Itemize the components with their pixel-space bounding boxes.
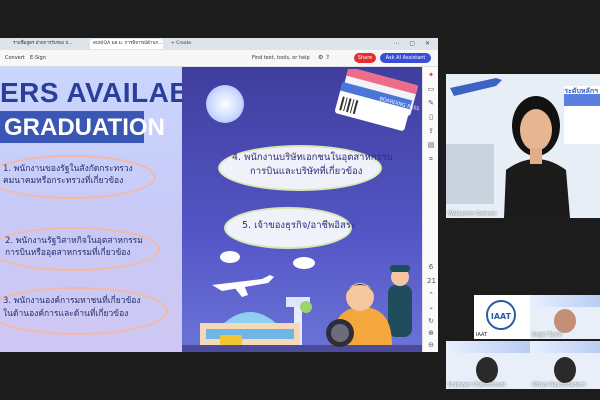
browser-tab-active[interactable]: สปฟ(QA มส.ม. การพิจารณ์ด้านก... [90,39,163,49]
participant-avatar [554,309,576,333]
edit-icon[interactable]: ✎ [427,99,435,107]
search-input[interactable]: Find text, tools, or help [252,50,310,66]
participant-name: Angie Taylor [532,332,563,338]
print-icon[interactable]: ▤ [427,141,435,149]
share-button[interactable]: Share [354,53,376,63]
item-4-line1: 4. พนักงานบริษัทเอกชนในอุตสาหกรรม [232,152,393,163]
shared-screen: รายชื่อสูตร ฝ่ายการรับรอง ป... สปฟ(QA มส… [0,38,438,352]
tab-fragment[interactable] [2,39,10,49]
esign-button[interactable]: E-Sign [30,50,46,66]
airport-illustration [182,251,422,352]
ai-assistant-button[interactable]: Ask AI Assistant [380,53,431,63]
pdf-toolbar: Convert E-Sign Find text, tools, or help… [0,50,438,67]
apps-icon[interactable]: ⚙ ⇧ [318,50,330,66]
zoom-in-icon[interactable]: ⊕ [427,329,435,337]
sun-illustration [206,85,244,123]
item-1-line2: คมนาคมหรือกระทรวงที่เกี่ยวข้อง [3,176,124,186]
participant-name: Kittiya Nasonthadech [532,382,586,388]
slide-subheadline: GRADUATION [4,114,165,141]
browser-tab[interactable]: รายชื่อสูตร ฝ่ายการรับรอง ป... [10,39,83,49]
ai-sparkle-icon[interactable]: ✦ [427,71,435,79]
item-3-line2: ในด้านองค์การและด้านที่เกี่ยวข้อง [3,309,129,319]
item-3-line1: 3. พนักงานองค์การมหาชนที่เกี่ยวข้อง [3,296,141,306]
presentation-slide: ERS AVAILABLE GRADUATION 1. พนักงานของรั… [0,67,422,352]
participant-name: Onjirayer Chanchonyot [448,382,506,388]
window-controls[interactable]: ⋯ ▢ ✕ [393,38,434,50]
video-banner [530,295,600,307]
slide-right-panel: BOARDING PASS 4. พนักงานบริษัทเอกชนในอุต… [182,67,422,352]
participant-tile[interactable]: IAAT IAAT [474,295,530,339]
item-2-line1: 2. พนักงานรัฐวิสาหกิจในอุตสาหกรรม [5,236,143,246]
new-tab-button[interactable]: + Create [168,39,195,49]
bookmark-icon[interactable]: ▯ [427,113,435,121]
page-number[interactable]: 6 [427,263,435,271]
participant-avatar [476,357,498,383]
item-4-line2: การบินและบริษัทที่เกี่ยวข้อง [250,166,363,177]
participant-name: IAAT [476,332,488,338]
speaker-name: Watsamon Samnan [448,211,497,217]
item-1-line1: 1. พนักงานของรัฐในสังกัดกระทรวง [3,164,133,174]
browser-tab-bar: รายชื่อสูตร ฝ่ายการรับรอง ป... สปฟ(QA มส… [0,38,438,50]
participant-avatar [554,357,576,383]
refresh-icon[interactable]: ↻ [427,317,435,325]
speaker-banner-overlay: ระดับหลักฯ [530,74,600,114]
crop-icon[interactable]: ⌗ [427,155,435,163]
page-down-icon[interactable]: ⌄ [427,303,435,311]
convert-button[interactable]: Convert [5,50,25,66]
page-count: 21 [427,277,436,285]
item-2-line2: การบินหรืออุตสาหกรรมที่เกี่ยวข้อง [5,248,131,258]
boarding-pass-illustration: BOARDING PASS [335,69,420,131]
participant-tile[interactable]: Angie Taylor [530,295,600,339]
page-up-icon[interactable]: ⌃ [427,291,435,299]
comment-icon[interactable]: ▭ [427,85,435,93]
participant-tile[interactable]: Kittiya Nasonthadech [530,341,600,389]
banner-text: ระดับหลักฯ [564,87,598,95]
video-banner [446,341,530,353]
share-icon[interactable]: ⇪ [427,127,435,135]
item-5-line1: 5. เจ้าของธุรกิจ/อาชีพอิสระ [242,220,356,231]
slide-left-panel: ERS AVAILABLE GRADUATION 1. พนักงานของรั… [0,67,226,352]
participant-tile[interactable]: Onjirayer Chanchonyot [446,341,530,389]
pdf-right-sidebar: ✦ ▭ ✎ ▯ ⇪ ▤ ⌗ 6 21 ⌃ ⌄ ↻ ⊕ ⊖ [422,67,438,352]
iaat-logo: IAAT [486,300,516,330]
zoom-out-icon[interactable]: ⊖ [427,341,435,349]
video-banner [530,341,600,353]
